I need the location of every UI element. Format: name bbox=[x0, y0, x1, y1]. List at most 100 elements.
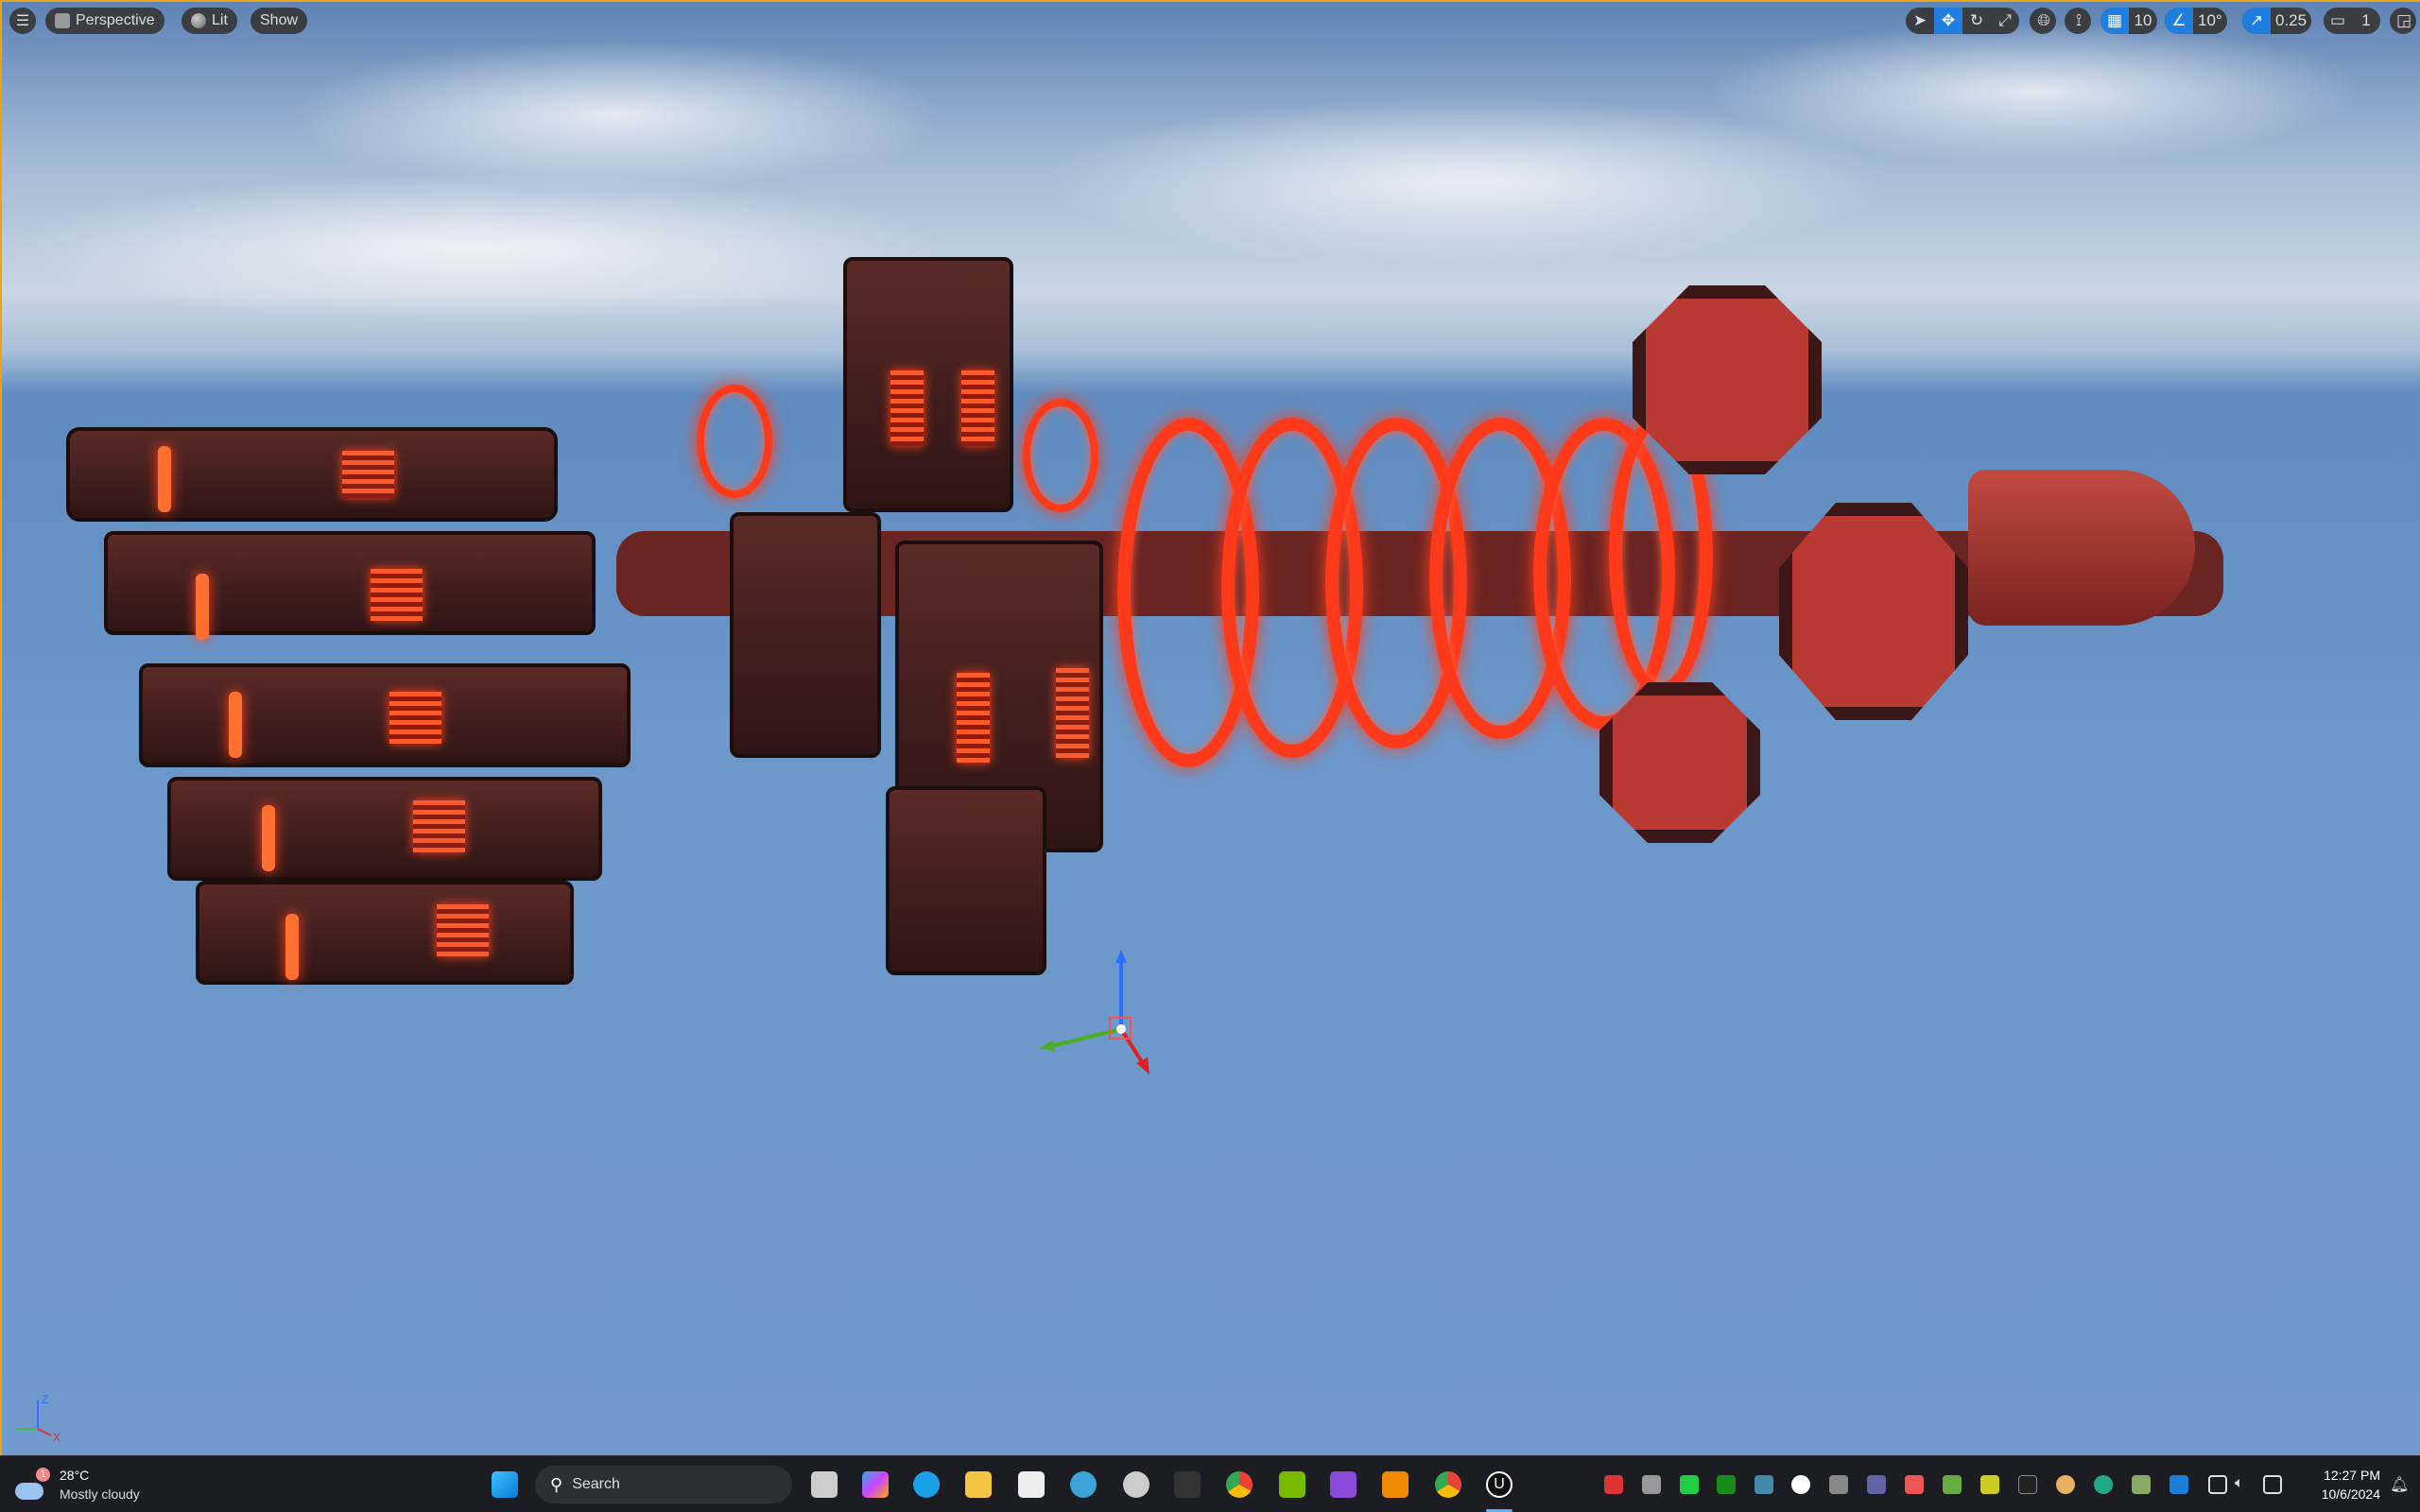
thruster-vent bbox=[413, 800, 465, 852]
transform-gizmo[interactable] bbox=[1032, 942, 1155, 1084]
camera-speed[interactable]: ▭ 1 bbox=[2324, 8, 2380, 34]
thruster bbox=[66, 427, 558, 522]
clock-date: 10/6/2024 bbox=[2321, 1486, 2380, 1502]
thruster-vent bbox=[342, 451, 394, 498]
thruster-glow bbox=[158, 446, 171, 512]
rotation-snap-value[interactable]: 10° bbox=[2193, 8, 2227, 34]
angle-icon[interactable]: ∠ bbox=[2165, 8, 2193, 34]
octagon-pod bbox=[1779, 503, 1968, 720]
nvidia-icon[interactable] bbox=[1279, 1471, 1305, 1498]
select-tool-icon[interactable]: ➤ bbox=[1906, 8, 1934, 34]
tray-xbox-icon[interactable] bbox=[1717, 1475, 1736, 1494]
sublime-icon[interactable] bbox=[1382, 1471, 1409, 1498]
hamburger-icon: ☰ bbox=[15, 13, 30, 29]
octagon-pod bbox=[1633, 285, 1822, 474]
alienware-icon[interactable] bbox=[1123, 1471, 1150, 1498]
camera-icon: ▭ bbox=[2329, 11, 2346, 29]
glow-ring bbox=[697, 385, 772, 498]
scale-arrow-icon[interactable]: ↗ bbox=[2242, 8, 2271, 34]
scale-snap-value[interactable]: 0.25 bbox=[2271, 8, 2311, 34]
taskbar-search[interactable]: ⚲ Search bbox=[535, 1466, 792, 1503]
thruster bbox=[139, 663, 631, 767]
tray-app-icon[interactable] bbox=[2056, 1475, 2075, 1494]
notification-bell-icon[interactable]: 🔔︎ bbox=[2390, 1475, 2409, 1494]
weather-widget[interactable]: 1 28°C Mostly cloudy bbox=[15, 1466, 185, 1505]
thruster-glow bbox=[262, 805, 275, 871]
engine-vent bbox=[890, 370, 924, 446]
tray-app-icon[interactable] bbox=[1905, 1475, 1924, 1494]
show-button[interactable]: Show bbox=[251, 8, 308, 34]
weather-badge: 1 bbox=[36, 1468, 50, 1482]
engine-vent bbox=[957, 673, 990, 763]
unreal-engine-icon[interactable]: U bbox=[1486, 1471, 1512, 1498]
show-label: Show bbox=[260, 12, 299, 28]
copilot-icon[interactable] bbox=[862, 1471, 889, 1498]
thruster-glow bbox=[196, 574, 209, 640]
tray-warning-icon[interactable] bbox=[1980, 1475, 1999, 1494]
sphere-icon bbox=[191, 13, 206, 28]
view-mode-button[interactable]: Perspective bbox=[45, 8, 164, 34]
engine-block bbox=[886, 786, 1046, 975]
clock[interactable]: 12:27 PM 10/6/2024 bbox=[2303, 1466, 2380, 1503]
tray-download-icon[interactable] bbox=[1754, 1475, 1773, 1494]
maximize-icon: ◲ bbox=[2395, 11, 2412, 29]
battery-icon[interactable] bbox=[2263, 1475, 2282, 1494]
tray-security-icon[interactable] bbox=[1642, 1475, 1661, 1494]
chrome-icon[interactable] bbox=[1226, 1471, 1253, 1498]
level-viewport[interactable]: Z X ☰ Perspective Lit Show ➤ ✥ ↻ ⤢ 🌐︎ ⟟ … bbox=[0, 0, 2420, 1455]
maximize-viewport-button[interactable]: ◲ bbox=[2390, 8, 2416, 34]
surface-snap-toggle[interactable]: ⟟ bbox=[2065, 8, 2091, 34]
shield-app-icon[interactable] bbox=[1174, 1471, 1201, 1498]
glow-ring bbox=[1023, 399, 1098, 512]
network-icon[interactable] bbox=[2208, 1475, 2227, 1494]
rotation-snap[interactable]: ∠ 10° bbox=[2165, 8, 2227, 34]
weather-temperature: 28°C bbox=[60, 1468, 90, 1483]
rotate-tool-icon[interactable]: ↻ bbox=[1962, 8, 1991, 34]
lighting-mode-button[interactable]: Lit bbox=[182, 8, 237, 34]
engine-block bbox=[730, 512, 881, 758]
search-icon: ⚲ bbox=[550, 1474, 563, 1494]
chrome-profile-icon[interactable] bbox=[1435, 1471, 1461, 1498]
edge-icon[interactable] bbox=[913, 1471, 940, 1498]
tray-defender-icon[interactable] bbox=[2169, 1475, 2188, 1494]
viewport-menu-button[interactable]: ☰ bbox=[9, 8, 36, 34]
tray-app-icon[interactable] bbox=[1943, 1475, 1962, 1494]
tray-grammarly-icon[interactable] bbox=[1791, 1475, 1810, 1494]
grid-snap-value[interactable]: 10 bbox=[2129, 8, 2157, 34]
svg-text:Z: Z bbox=[42, 1393, 48, 1406]
svg-text:X: X bbox=[53, 1431, 60, 1443]
scale-snap[interactable]: ↗ 0.25 bbox=[2242, 8, 2312, 34]
weather-condition: Mostly cloudy bbox=[60, 1486, 140, 1502]
world-local-toggle[interactable]: 🌐︎ bbox=[2030, 8, 2056, 34]
tray-epic-games-icon[interactable] bbox=[2018, 1475, 2037, 1494]
axis-indicator: Z X bbox=[17, 1393, 60, 1443]
thruster bbox=[104, 531, 596, 635]
transform-tools: ➤ ✥ ↻ ⤢ bbox=[1906, 8, 2019, 34]
app-icon[interactable] bbox=[1070, 1471, 1097, 1498]
spaceship-model[interactable] bbox=[2, 2, 2420, 1455]
start-button[interactable] bbox=[492, 1471, 518, 1498]
engine-vent bbox=[961, 370, 994, 446]
tray-app-icon[interactable] bbox=[2132, 1475, 2151, 1494]
cloud-icon bbox=[15, 1483, 43, 1500]
thruster-vent bbox=[389, 692, 441, 744]
scale-tool-icon[interactable]: ⤢ bbox=[1991, 8, 2019, 34]
grid-snap[interactable]: ▦ 10 bbox=[2100, 8, 2157, 34]
grid-icon[interactable]: ▦ bbox=[2100, 8, 2129, 34]
translate-tool-icon[interactable]: ✥ bbox=[1934, 8, 1962, 34]
taskbar: 1 28°C Mostly cloudy ⚲ Search U 🔈︎ 12:27… bbox=[0, 1455, 2420, 1512]
view-mode-label: Perspective bbox=[76, 12, 155, 28]
tray-onedrive-off-icon[interactable] bbox=[1829, 1475, 1848, 1494]
tray-app-icon[interactable] bbox=[2094, 1475, 2113, 1494]
task-view-icon[interactable] bbox=[811, 1471, 838, 1498]
octagon-pod bbox=[1599, 682, 1760, 843]
engine-vent bbox=[1056, 668, 1089, 758]
file-explorer-icon[interactable] bbox=[965, 1471, 992, 1498]
clipchamp-icon[interactable] bbox=[1330, 1471, 1357, 1498]
store-icon[interactable] bbox=[1018, 1471, 1045, 1498]
tray-toolbox-icon[interactable] bbox=[1604, 1475, 1623, 1494]
tray-kaspersky-icon[interactable] bbox=[1680, 1475, 1699, 1494]
volume-icon[interactable]: 🔈︎ bbox=[2235, 1475, 2254, 1494]
tray-teams-icon[interactable] bbox=[1867, 1475, 1886, 1494]
globe-icon: 🌐︎ bbox=[2037, 11, 2050, 29]
